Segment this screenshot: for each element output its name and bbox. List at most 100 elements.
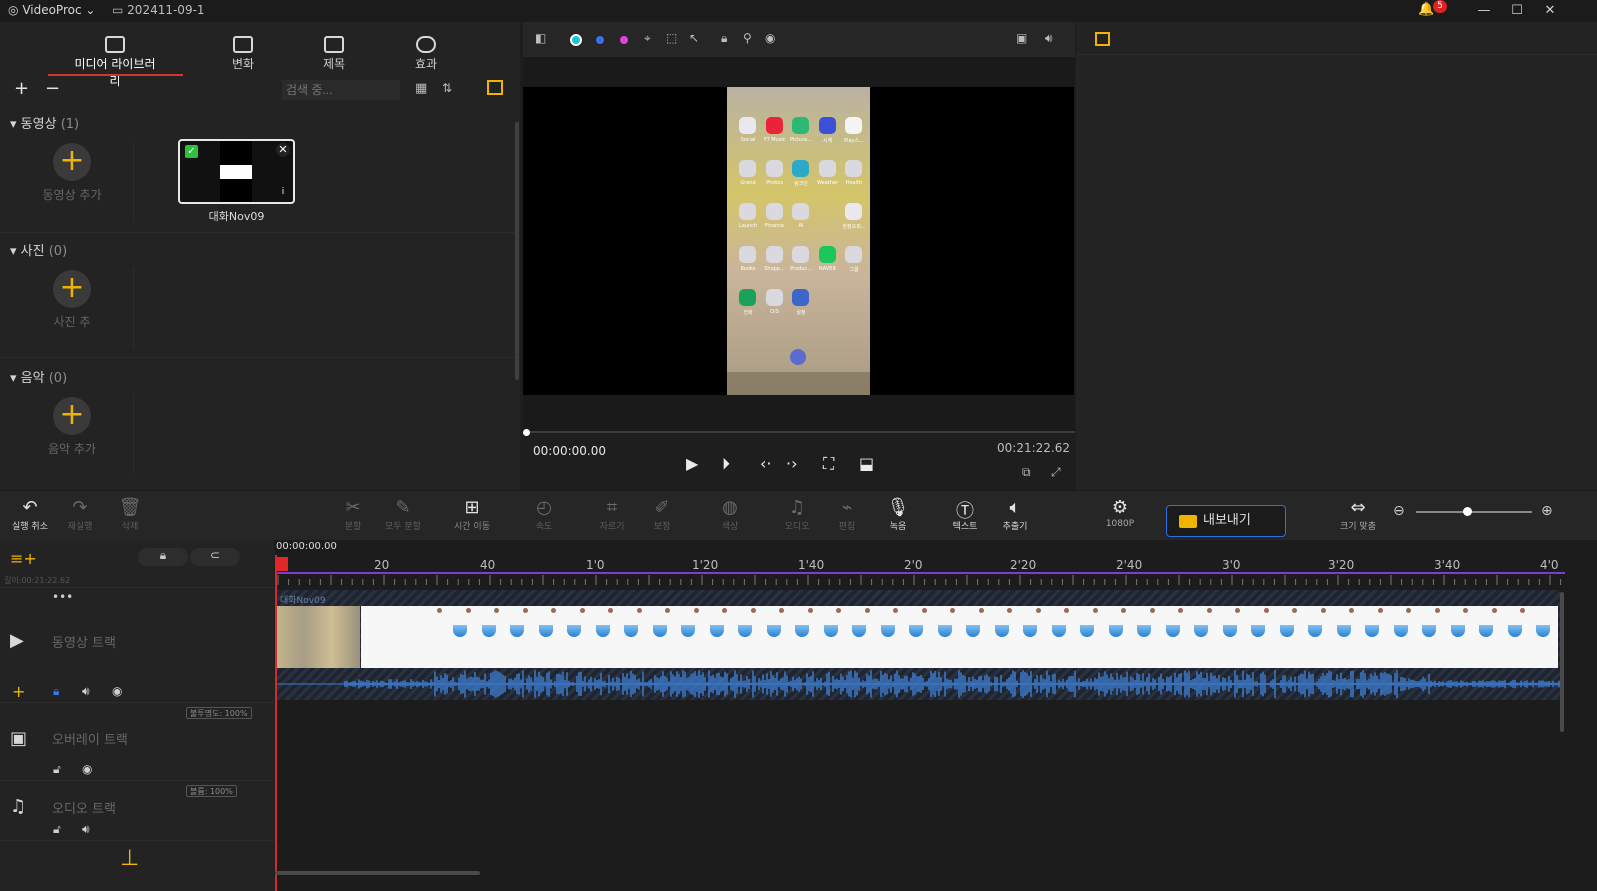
magnet-button[interactable]: ⊂	[190, 548, 240, 566]
audio-button[interactable]: ♫ 오디오	[769, 497, 825, 532]
speed-button[interactable]: ◴ 속도	[516, 497, 572, 532]
extract-button[interactable]: 🔈︎ 추출기	[987, 497, 1043, 532]
add-video-button[interactable]: +	[53, 143, 91, 181]
color-button[interactable]: ◍ 색상	[702, 497, 758, 532]
app-label: 한컴오피...	[842, 224, 866, 230]
tab-transition[interactable]: 변화	[198, 36, 288, 72]
add-track-bottom-icon[interactable]: ⊥	[120, 846, 139, 871]
work-area-bar[interactable]	[275, 572, 1565, 574]
app-menu[interactable]: ◎ VideoProc ⌄	[8, 3, 95, 17]
panel-toggle-icon[interactable]	[487, 80, 503, 95]
lock-icon[interactable]: 🔒︎	[53, 684, 59, 699]
split-button[interactable]: ✂ 분할	[325, 497, 381, 532]
volume-icon[interactable]: 🔊︎	[82, 822, 90, 837]
settings-icon: ⚙	[1111, 497, 1129, 518]
add-photo-button[interactable]: +	[53, 270, 91, 308]
snapshot-icon[interactable]: ▣	[1016, 31, 1027, 45]
bell-icon[interactable]: 🔔	[1418, 2, 1434, 17]
volume-icon[interactable]: 🔊︎	[1045, 31, 1053, 46]
music-section-header[interactable]: ▾ 음악 (0)	[10, 367, 67, 386]
color-dot-blue[interactable]	[596, 36, 604, 44]
pin-icon[interactable]: ⚲	[743, 31, 752, 45]
divider	[133, 141, 134, 221]
correct-button[interactable]: ✐ 보정	[634, 497, 690, 532]
marker-icon[interactable]: ⬓	[859, 454, 874, 473]
resolution-button[interactable]: ⚙ 1080P	[1092, 497, 1148, 529]
time-move-button[interactable]: ⊞ 시간 이동	[444, 497, 500, 532]
mirror-icon[interactable]: ◧	[535, 31, 546, 45]
delete-button[interactable]: 🗑︎ 삭제	[102, 497, 158, 532]
timeline-start-time: 00:00:00.00	[276, 541, 337, 552]
overlay-opacity[interactable]: 불투명도: 100%	[186, 707, 252, 719]
cursor-icon[interactable]: ↖	[689, 31, 699, 45]
maximize-button[interactable]: ☐	[1502, 2, 1532, 20]
text-button[interactable]: Ⓣ 텍스트	[937, 497, 993, 532]
divider	[133, 268, 134, 348]
frame-thumbnail	[481, 625, 496, 637]
ruler-label: 1'20	[692, 558, 719, 572]
app-logo-icon: ◎	[8, 3, 19, 17]
lock-icon[interactable]: 🔒︎	[721, 31, 727, 46]
info-icon[interactable]: i	[277, 186, 289, 198]
zoom-slider[interactable]	[1416, 511, 1532, 513]
grid-view-icon[interactable]: ▦	[415, 81, 427, 96]
video-section-header[interactable]: ▾ 동영상 (1)	[10, 113, 79, 132]
record-button[interactable]: 🎙︎ 녹음	[870, 497, 926, 532]
sort-icon[interactable]: ⇅	[442, 81, 452, 95]
step-forward-icon[interactable]: ·›	[786, 454, 797, 473]
fullscreen-icon[interactable]: ⤢	[1051, 465, 1061, 480]
zoom-in-icon[interactable]: ⊕	[1541, 503, 1553, 519]
split-all-button[interactable]: ✎ 모두 분할	[375, 497, 431, 532]
zoom-out-icon[interactable]: ⊖	[1393, 503, 1405, 519]
audio-volume[interactable]: 볼륨: 100%	[186, 785, 237, 797]
search-input[interactable]	[282, 80, 400, 100]
checkmark-icon[interactable]: ✓	[185, 145, 198, 158]
step-back-icon[interactable]: ‹·	[760, 454, 771, 473]
seek-bar[interactable]	[523, 431, 1075, 433]
eye-icon[interactable]: ◉	[112, 684, 122, 698]
seek-handle[interactable]	[523, 429, 530, 436]
next-frame-icon[interactable]: ⏵	[722, 454, 730, 474]
detach-icon[interactable]: ⧉	[1022, 465, 1031, 480]
lock-all-button[interactable]: 🔒︎	[138, 548, 188, 566]
add-icon[interactable]: +	[12, 682, 25, 701]
minimize-button[interactable]: —	[1469, 2, 1499, 20]
playhead-handle[interactable]	[276, 557, 288, 571]
eye-icon[interactable]: ◉	[765, 31, 775, 45]
timeline-vscrollbar[interactable]	[1560, 592, 1564, 732]
photo-section-header[interactable]: ▾ 사진 (0)	[10, 240, 67, 259]
more-options[interactable]: •••	[52, 590, 73, 604]
select-area-icon[interactable]: ⬚	[666, 31, 677, 45]
edit-button[interactable]: ⌁ 편집	[819, 497, 875, 532]
playhead[interactable]	[275, 555, 277, 891]
ruler-label: 2'40	[1116, 558, 1143, 572]
play-icon[interactable]: ▶	[686, 454, 698, 473]
zoom-slider-handle[interactable]	[1463, 507, 1472, 516]
fit-button[interactable]: ⇔ 크기 맞춤	[1330, 497, 1386, 532]
eye-icon[interactable]: ◉	[82, 762, 92, 776]
remove-media-button[interactable]: −	[45, 78, 60, 99]
export-button[interactable]: 내보내기	[1166, 505, 1286, 537]
add-music-button[interactable]: +	[53, 397, 91, 435]
media-clip-thumbnail[interactable]: ✓ ✕ i	[178, 139, 295, 204]
select-tool-icon[interactable]: ⌖	[644, 31, 651, 46]
close-button[interactable]: ✕	[1535, 2, 1565, 20]
tab-effect[interactable]: 효과	[381, 36, 471, 72]
library-scrollbar[interactable]	[515, 122, 519, 380]
add-media-button[interactable]: +	[14, 78, 29, 99]
color-dot-magenta[interactable]	[620, 36, 628, 44]
app-label: Health	[845, 180, 863, 186]
panel-toggle-icon[interactable]	[1095, 32, 1110, 46]
crop-frame-icon[interactable]: ⛶	[823, 454, 834, 474]
redo-button[interactable]: ↷ 재실행	[52, 497, 108, 532]
color-dot-cyan[interactable]	[570, 34, 582, 46]
lock-icon[interactable]: 🔓︎	[53, 762, 61, 777]
lock-icon[interactable]: 🔓︎	[53, 822, 61, 837]
volume-icon[interactable]: 🔊︎	[82, 684, 90, 699]
undo-button[interactable]: ↶ 실행 취소	[2, 497, 58, 532]
close-icon[interactable]: ✕	[276, 143, 290, 157]
tab-title[interactable]: 제목	[289, 36, 379, 72]
add-track-icon[interactable]: ≡+	[10, 549, 37, 568]
crop-button[interactable]: ⌗ 자르기	[584, 497, 640, 532]
timeline-hscrollbar[interactable]	[275, 871, 480, 875]
